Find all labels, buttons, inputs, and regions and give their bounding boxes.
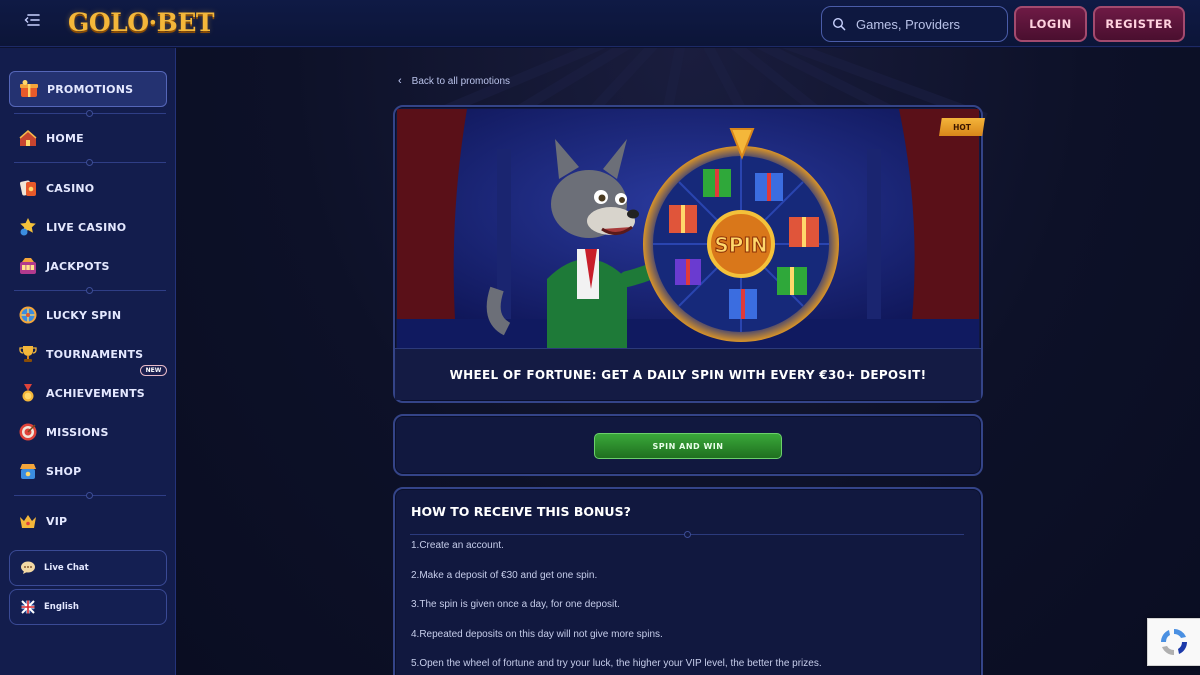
chevron-left-icon: ‹ xyxy=(398,75,402,87)
register-button[interactable]: REGISTER xyxy=(1093,6,1185,42)
wheel-spin-label: SPIN xyxy=(714,233,767,257)
back-to-promotions-link[interactable]: ‹ Back to all promotions xyxy=(398,73,510,89)
sidebar-divider xyxy=(14,110,166,117)
shop-icon xyxy=(17,460,39,482)
menu-collapse-icon[interactable] xyxy=(22,13,42,33)
sidebar-item-label: CASINO xyxy=(46,181,95,195)
sidebar-item-promotions[interactable]: PROMOTIONS xyxy=(9,71,167,107)
sidebar-item-label: MISSIONS xyxy=(46,425,109,439)
sidebar-item-label: HOME xyxy=(46,131,84,145)
recaptcha-icon xyxy=(1161,629,1187,655)
sidebar-item-label: VIP xyxy=(46,514,68,528)
bonus-step: 2.Make a deposit of €30 and get one spin… xyxy=(411,570,598,581)
site-logo[interactable]: GOLO·BET xyxy=(68,8,214,38)
language-button[interactable]: English xyxy=(9,589,167,625)
promo-title: WHEEL OF FORTUNE: GET A DAILY SPIN WITH … xyxy=(395,348,981,400)
jackpots-icon xyxy=(17,255,39,277)
sidebar-item-casino[interactable]: CASINO xyxy=(9,170,167,206)
new-badge: NEW xyxy=(140,365,167,376)
sidebar-item-achievements[interactable]: ACHIEVEMENTS xyxy=(9,375,167,411)
trophy-icon xyxy=(17,343,39,365)
uk-flag-icon xyxy=(20,599,36,615)
bonus-step: 4.Repeated deposits on this day will not… xyxy=(411,629,663,640)
spin-and-win-button[interactable]: SPIN AND WIN xyxy=(594,433,782,459)
login-button[interactable]: LOGIN xyxy=(1014,6,1087,42)
sidebar-item-label: LUCKY SPIN xyxy=(46,308,122,322)
search-box[interactable] xyxy=(821,6,1008,42)
info-heading: HOW TO RECEIVE THIS BONUS? xyxy=(411,504,631,519)
sidebar-item-shop[interactable]: SHOP xyxy=(9,453,167,489)
sidebar-item-label: ACHIEVEMENTS xyxy=(46,386,145,400)
sidebar-divider xyxy=(14,492,166,499)
sidebar-item-label: LIVE CASINO xyxy=(46,220,127,234)
lucky-spin-icon xyxy=(17,304,39,326)
sidebar-item-label: PROMOTIONS xyxy=(47,82,134,96)
chat-bubble-icon xyxy=(20,560,36,576)
info-divider xyxy=(410,531,964,538)
language-label: English xyxy=(44,602,79,612)
bonus-step: 1.Create an account. xyxy=(411,540,504,551)
sidebar-item-lucky-spin[interactable]: LUCKY SPIN xyxy=(9,297,167,333)
sidebar-divider xyxy=(14,287,166,294)
recaptcha-badge[interactable] xyxy=(1147,618,1200,666)
crown-icon xyxy=(17,510,39,532)
promotions-icon xyxy=(18,78,40,100)
live-chat-button[interactable]: Live Chat xyxy=(9,550,167,586)
search-icon xyxy=(832,17,846,31)
casino-icon xyxy=(17,177,39,199)
bonus-step: 5.Open the wheel of fortune and try your… xyxy=(411,658,822,669)
promo-banner-image: SPIN xyxy=(397,109,979,349)
hot-badge: HOT xyxy=(939,118,985,136)
sidebar-item-label: SHOP xyxy=(46,464,82,478)
back-link-label: Back to all promotions xyxy=(411,75,511,87)
live-chat-label: Live Chat xyxy=(44,563,89,573)
sidebar-divider xyxy=(14,159,166,166)
sidebar-item-missions[interactable]: MISSIONS xyxy=(9,414,167,450)
sidebar-item-vip[interactable]: VIP xyxy=(9,503,167,539)
sidebar-item-live-casino[interactable]: LIVE CASINO xyxy=(9,209,167,245)
top-bar: GOLO·BET LOGIN REGISTER xyxy=(0,0,1200,47)
sidebar-item-jackpots[interactable]: JACKPOTS xyxy=(9,248,167,284)
search-input[interactable] xyxy=(856,16,996,32)
sidebar-item-label: TOURNAMENTS xyxy=(46,347,144,361)
bonus-step: 3.The spin is given once a day, for one … xyxy=(411,599,620,610)
home-icon xyxy=(17,127,39,149)
target-icon xyxy=(17,421,39,443)
sidebar-item-label: JACKPOTS xyxy=(46,259,110,273)
sidebar-item-home[interactable]: HOME xyxy=(9,120,167,156)
live-casino-icon xyxy=(17,216,39,238)
medal-icon xyxy=(17,382,39,404)
